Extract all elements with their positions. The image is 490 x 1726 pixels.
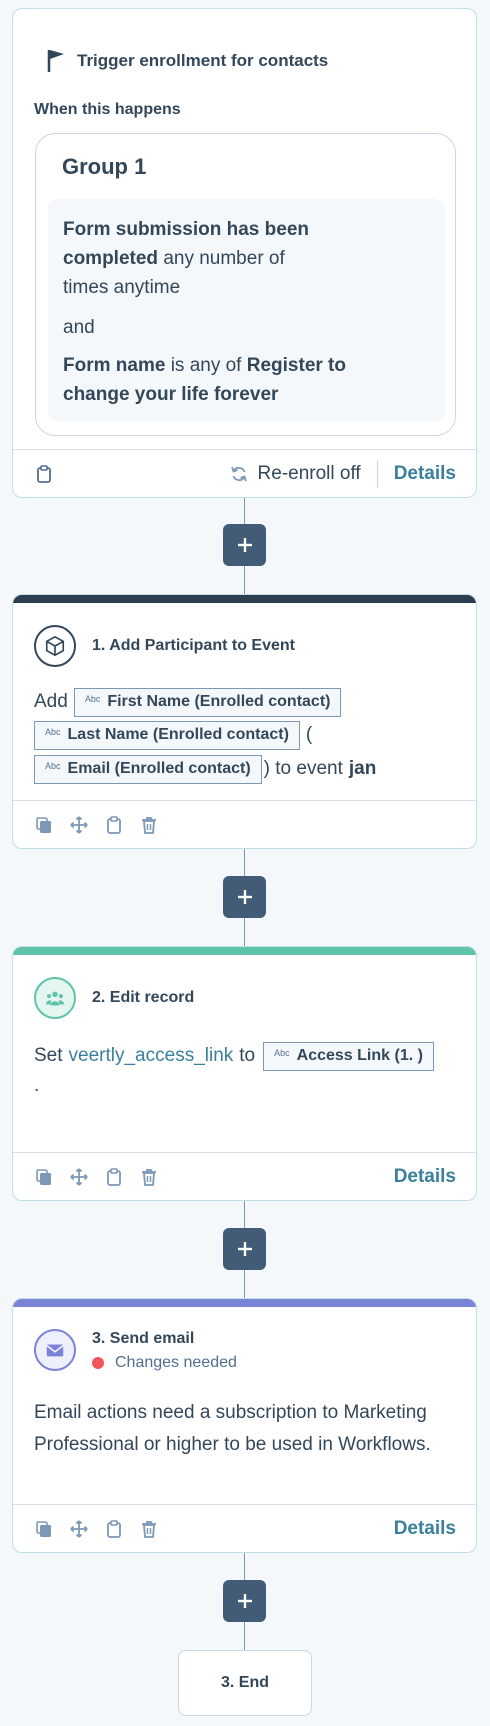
criteria-2: Form name is any of Register to change y… bbox=[63, 351, 363, 409]
and-label: and bbox=[63, 317, 95, 338]
criteria-1: Form submission has been completed any n… bbox=[63, 215, 333, 302]
action-title: 1. Add Participant to Event bbox=[92, 637, 295, 654]
trigger-title: Trigger enrollment for contacts bbox=[77, 51, 329, 70]
details-link[interactable]: Details bbox=[394, 1518, 456, 1540]
when-label: When this happens bbox=[34, 101, 181, 118]
paren-open: ( bbox=[305, 724, 313, 745]
criteria-2-op: is any of bbox=[170, 355, 242, 376]
set-label: Set bbox=[34, 1045, 63, 1066]
reenroll-button[interactable]: Re-enroll off bbox=[258, 463, 361, 485]
delete-icon[interactable] bbox=[140, 816, 158, 834]
criteria-box[interactable]: Form submission has been completed any n… bbox=[48, 199, 445, 421]
trigger-card[interactable]: Trigger enrollment for contacts When thi… bbox=[12, 8, 477, 498]
move-icon[interactable] bbox=[70, 815, 88, 834]
action-card-add-participant[interactable]: 1. Add Participant to Event Add Abc First… bbox=[12, 594, 477, 849]
trigger-footer: Re-enroll off Details bbox=[13, 449, 476, 497]
action-card-edit-record[interactable]: 2. Edit record Set veertly_access_link t… bbox=[12, 946, 477, 1201]
move-icon[interactable] bbox=[70, 1519, 88, 1538]
to-label: to bbox=[239, 1045, 256, 1066]
mail-icon bbox=[34, 1329, 76, 1371]
action-body: Add Abc First Name (Enrolled contact) Abc… bbox=[34, 686, 464, 786]
status-badge: Changes needed bbox=[92, 1354, 237, 1372]
action-accent-bar bbox=[13, 1299, 476, 1307]
action-message: Email actions need a subscription to Mar… bbox=[34, 1402, 431, 1455]
plus-icon bbox=[237, 1242, 252, 1256]
add-label: Add bbox=[34, 691, 68, 712]
clipboard-icon[interactable] bbox=[105, 1519, 123, 1538]
end-node: 3. End bbox=[178, 1650, 312, 1716]
clipboard-icon[interactable] bbox=[35, 464, 53, 483]
action-card-send-email[interactable]: 3. Send email Changes needed Email actio… bbox=[12, 1298, 477, 1553]
add-action-button[interactable] bbox=[223, 1580, 266, 1622]
people-icon bbox=[34, 977, 76, 1019]
plus-icon bbox=[237, 538, 252, 552]
group-box[interactable]: Group 1 Form submission has been complet… bbox=[35, 133, 456, 436]
cube-icon bbox=[34, 625, 76, 667]
details-link[interactable]: Details bbox=[394, 463, 456, 485]
clipboard-icon[interactable] bbox=[105, 815, 123, 834]
delete-icon[interactable] bbox=[140, 1168, 158, 1186]
action-footer: Details bbox=[13, 1504, 476, 1552]
token-last-name[interactable]: Abc Last Name (Enrolled contact) bbox=[34, 720, 300, 750]
token-first-name[interactable]: Abc First Name (Enrolled contact) bbox=[73, 687, 342, 717]
action-body: Set veertly_access_link to Abc Access Lin… bbox=[34, 1039, 464, 1099]
action-footer: Details bbox=[13, 1152, 476, 1200]
plus-icon bbox=[237, 890, 252, 904]
plus-icon bbox=[237, 1594, 252, 1608]
copy-icon[interactable] bbox=[35, 1520, 53, 1538]
clipboard-icon[interactable] bbox=[105, 1167, 123, 1186]
event-name: jan bbox=[348, 758, 377, 779]
status-text: Changes needed bbox=[115, 1354, 237, 1371]
period-text: . bbox=[34, 1075, 40, 1096]
to-event-label: ) to event bbox=[263, 758, 343, 779]
token-email[interactable]: Abc Email (Enrolled contact) bbox=[34, 754, 262, 784]
delete-icon[interactable] bbox=[140, 1520, 158, 1538]
footer-divider bbox=[376, 459, 378, 488]
group-title: Group 1 bbox=[62, 154, 147, 179]
move-icon[interactable] bbox=[70, 1167, 88, 1186]
action-footer bbox=[13, 800, 476, 848]
property-link[interactable]: veertly_access_link bbox=[69, 1045, 234, 1067]
copy-icon[interactable] bbox=[35, 816, 53, 834]
action-title: 2. Edit record bbox=[92, 989, 195, 1006]
status-dot bbox=[92, 1357, 104, 1369]
add-action-button[interactable] bbox=[223, 876, 266, 918]
add-action-button[interactable] bbox=[223, 1228, 266, 1270]
end-label: 3. End bbox=[220, 1674, 269, 1691]
criteria-2-field: Form name bbox=[63, 355, 166, 376]
action-title: 3. Send email bbox=[92, 1330, 195, 1347]
token-access-link[interactable]: Abc Access Link (1. ) bbox=[263, 1041, 434, 1071]
flag-icon bbox=[46, 47, 68, 73]
add-action-button[interactable] bbox=[223, 524, 266, 566]
action-accent-bar bbox=[13, 947, 476, 955]
action-accent-bar bbox=[13, 595, 476, 603]
copy-icon[interactable] bbox=[35, 1168, 53, 1186]
details-link[interactable]: Details bbox=[394, 1166, 456, 1188]
refresh-icon bbox=[230, 465, 248, 483]
